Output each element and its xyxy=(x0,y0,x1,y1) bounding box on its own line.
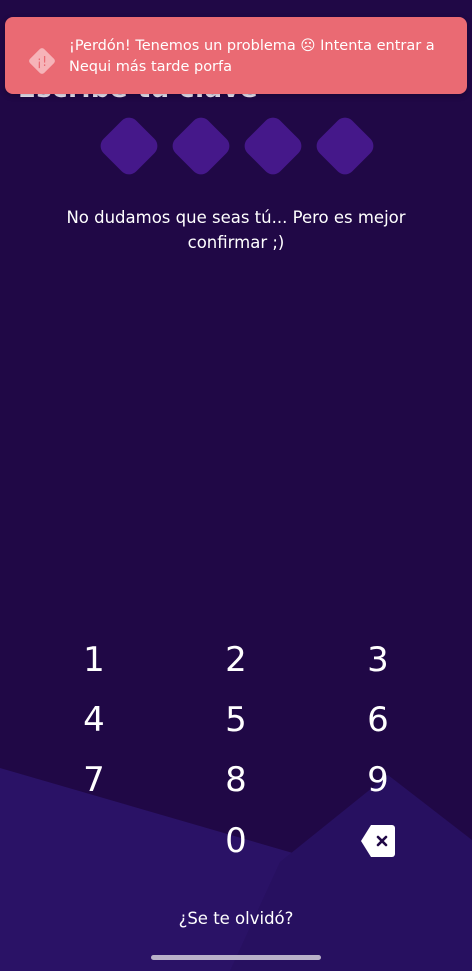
pin-digit-3 xyxy=(240,113,306,179)
key-0[interactable]: 0 xyxy=(186,813,286,869)
svg-text:¡!: ¡! xyxy=(37,55,47,70)
toast-message: ¡Perdón! Tenemos un problema ☹ Intenta e… xyxy=(69,38,435,75)
key-3[interactable]: 3 xyxy=(328,632,428,688)
alert-diamond-icon: ¡! xyxy=(29,48,55,74)
key-9[interactable]: 9 xyxy=(328,752,428,808)
pin-digit-1 xyxy=(96,113,162,179)
key-7[interactable]: 7 xyxy=(44,752,144,808)
key-4[interactable]: 4 xyxy=(44,692,144,748)
backspace-button[interactable] xyxy=(328,813,428,869)
key-2[interactable]: 2 xyxy=(186,632,286,688)
pin-digit-4 xyxy=(312,113,378,179)
forgot-pin-link[interactable]: ¿Se te olvidó? xyxy=(0,909,472,928)
home-indicator[interactable] xyxy=(151,955,321,960)
backspace-icon xyxy=(361,825,395,857)
error-toast[interactable]: ¡! ¡Perdón! Tenemos un problema ☹ Intent… xyxy=(5,17,467,94)
key-6[interactable]: 6 xyxy=(328,692,428,748)
key-1[interactable]: 1 xyxy=(44,632,144,688)
pin-input[interactable] xyxy=(96,113,378,180)
key-5[interactable]: 5 xyxy=(186,692,286,748)
pin-subtitle: No dudamos que seas tú... Pero es mejor … xyxy=(66,208,406,252)
pin-digit-2 xyxy=(168,113,234,179)
numeric-keypad: 1 2 3 4 5 6 7 8 9 0 xyxy=(22,630,450,876)
key-8[interactable]: 8 xyxy=(186,752,286,808)
